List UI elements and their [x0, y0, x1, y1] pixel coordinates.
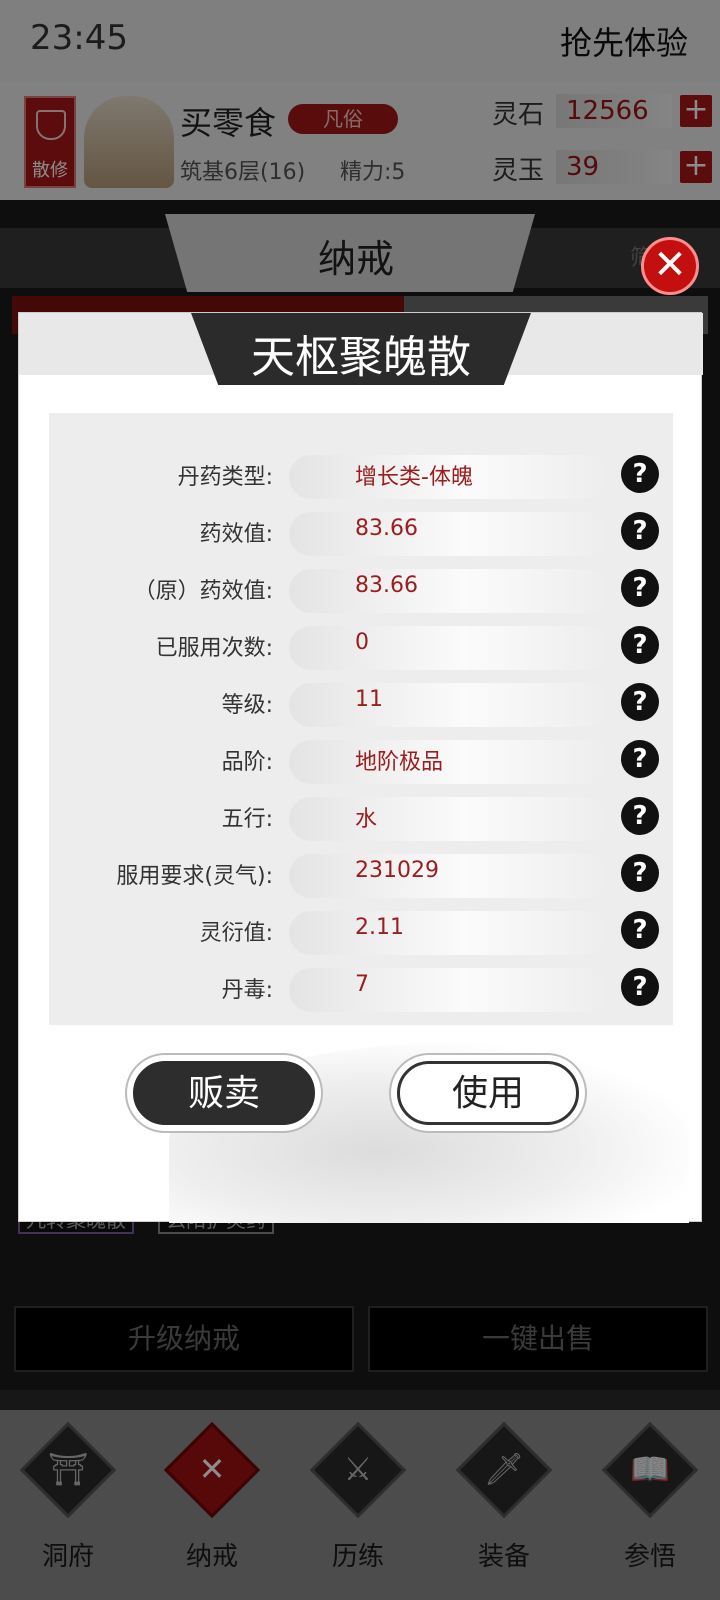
help-icon[interactable]: ?: [621, 626, 659, 664]
close-button[interactable]: ✕: [641, 237, 699, 295]
stat-value: 11: [355, 687, 383, 712]
stat-label: 等级:: [221, 693, 273, 718]
help-icon[interactable]: ?: [621, 968, 659, 1006]
use-button[interactable]: 使用: [397, 1061, 579, 1125]
item-detail-modal: 天枢聚魄散 丹药类型: 增长类-体魄 ? 药效值: 83.66 ? （原）药效值…: [18, 312, 703, 1223]
stat-value: 231029: [355, 858, 439, 883]
stat-label: 丹毒:: [221, 978, 273, 1003]
stat-label: （原）药效值:: [133, 579, 273, 604]
help-icon[interactable]: ?: [621, 854, 659, 892]
stat-row: 品阶: 地阶极品 ?: [49, 732, 673, 788]
stat-value: 83.66: [355, 516, 418, 541]
stat-value: 7: [355, 972, 369, 997]
sell-button[interactable]: 贩卖: [133, 1061, 315, 1125]
help-icon[interactable]: ?: [621, 797, 659, 835]
stat-value: 水: [355, 807, 378, 832]
stats-panel: 丹药类型: 增长类-体魄 ? 药效值: 83.66 ? （原）药效值: 83.6…: [49, 413, 673, 1025]
stat-row: 已服用次数: 0 ?: [49, 618, 673, 674]
stat-value: 增长类-体魄: [355, 465, 473, 490]
help-icon[interactable]: ?: [621, 740, 659, 778]
help-icon[interactable]: ?: [621, 911, 659, 949]
stat-row: 灵衍值: 2.11 ?: [49, 903, 673, 959]
stat-label: 丹药类型:: [177, 465, 273, 490]
stat-value: 2.11: [355, 915, 404, 940]
help-icon[interactable]: ?: [621, 683, 659, 721]
stat-label: 已服用次数:: [155, 636, 273, 661]
stat-row: 药效值: 83.66 ?: [49, 504, 673, 560]
help-icon[interactable]: ?: [621, 569, 659, 607]
stat-row: （原）药效值: 83.66 ?: [49, 561, 673, 617]
stat-label: 品阶:: [221, 750, 273, 775]
help-icon[interactable]: ?: [621, 455, 659, 493]
stat-label: 药效值:: [199, 522, 273, 547]
stat-label: 灵衍值:: [199, 921, 273, 946]
stat-value: 地阶极品: [355, 750, 444, 775]
stat-label: 服用要求(灵气):: [116, 864, 273, 889]
stat-row: 服用要求(灵气): 231029 ?: [49, 846, 673, 902]
modal-title: 天枢聚魄散: [251, 332, 471, 383]
stat-row: 等级: 11 ?: [49, 675, 673, 731]
stat-row: 五行: 水 ?: [49, 789, 673, 845]
stat-row: 丹毒: 7 ?: [49, 960, 673, 1016]
stat-value: 83.66: [355, 573, 418, 598]
stat-value: 0: [355, 630, 369, 655]
stat-label: 五行:: [221, 807, 273, 832]
stat-row: 丹药类型: 增长类-体魄 ?: [49, 447, 673, 503]
help-icon[interactable]: ?: [621, 512, 659, 550]
